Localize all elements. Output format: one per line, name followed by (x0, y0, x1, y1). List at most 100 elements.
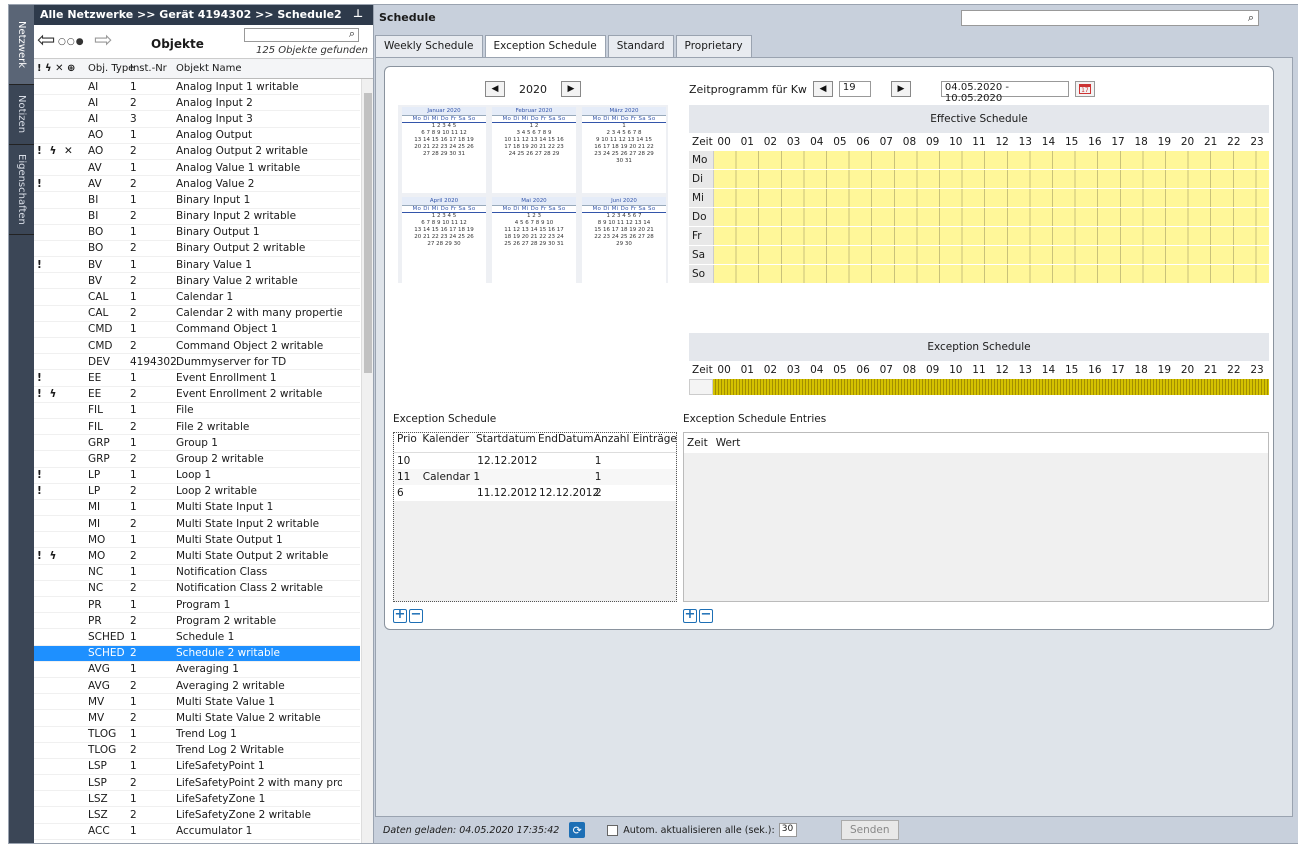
table-row[interactable]: BI 1 Binary Input 1 (34, 192, 360, 209)
day-schedule-cells[interactable] (713, 189, 1269, 207)
day-schedule-cells[interactable] (713, 208, 1269, 226)
table-row[interactable]: FIL 1 File (34, 403, 360, 419)
table-row[interactable]: MV 1 Multi State Value 1 (34, 694, 360, 711)
table-row[interactable]: DEV 4194302 Dummyserver for TD (34, 354, 360, 371)
month-calendar[interactable]: März 2020 Mo Di Mi Do Fr Sa So 12 3 4 5 6… (582, 107, 666, 193)
back-arrow-icon[interactable]: ⇦ (37, 28, 55, 53)
refresh-seconds-input[interactable]: 30 (778, 823, 797, 837)
table-row[interactable]: TLOG 1 Trend Log 1 (34, 727, 360, 743)
remove-exception-button[interactable]: − (409, 608, 423, 623)
column-objekt-name[interactable]: Objekt Name (172, 63, 342, 74)
day-schedule-cells[interactable] (713, 246, 1269, 264)
table-row[interactable]: PR 2 Program 2 writable (34, 613, 360, 630)
exception-column-header[interactable]: Anzahl Einträge (591, 433, 677, 452)
add-exception-button[interactable]: + (393, 608, 407, 623)
table-row[interactable]: AVG 1 Averaging 1 (34, 662, 360, 678)
table-row[interactable]: LSP 1 LifeSafetyPoint 1 (34, 759, 360, 776)
date-range-field[interactable]: 04.05.2020 - 10.05.2020 (940, 81, 1069, 104)
table-row[interactable]: ! ϟ EE 2 Event Enrollment 2 writable (34, 387, 360, 403)
day-schedule-cells[interactable] (713, 151, 1269, 169)
table-row[interactable]: ! LP 2 Loop 2 writable (34, 484, 360, 500)
table-row[interactable]: SCHED 1 Schedule 1 (34, 629, 360, 646)
table-row[interactable]: ! BV 1 Binary Value 1 (34, 257, 360, 274)
table-row[interactable]: GRP 1 Group 1 (34, 435, 360, 452)
prev-week-button[interactable]: ◀ (812, 81, 833, 97)
table-row[interactable]: ACC 1 Accumulator 1 (34, 824, 360, 840)
table-row[interactable]: ! ϟ MO 2 Multi State Output 2 writable (34, 548, 360, 565)
table-row[interactable]: MO 1 Multi State Output 1 (34, 532, 360, 549)
day-schedule-cells[interactable] (713, 170, 1269, 188)
table-row[interactable]: CAL 1 Calendar 1 (34, 289, 360, 306)
table-row[interactable]: LSZ 1 LifeSafetyZone 1 (34, 791, 360, 808)
objects-search-input[interactable]: ⌕ (244, 27, 359, 42)
table-row[interactable]: ! LP 1 Loop 1 (34, 468, 360, 484)
table-row[interactable]: ! EE 1 Event Enrollment 1 (34, 370, 360, 387)
month-calendar[interactable]: Mai 2020 Mo Di Mi Do Fr Sa So 1 2 34 5 6 … (492, 197, 576, 283)
table-row[interactable]: BV 2 Binary Value 2 writable (34, 273, 360, 290)
table-row[interactable]: PR 1 Program 1 (34, 597, 360, 614)
table-row[interactable]: MV 2 Multi State Value 2 writable (34, 710, 360, 727)
refresh-icon[interactable]: ⟳ (569, 822, 586, 838)
table-row[interactable]: AI 1 Analog Input 1 writable (34, 79, 360, 96)
objects-scrollbar[interactable] (361, 79, 373, 843)
add-entry-button[interactable]: + (683, 608, 697, 623)
table-row[interactable]: 6 11.12.2012 12.12.2012 2 (394, 485, 676, 501)
table-row[interactable]: AI 2 Analog Input 2 (34, 95, 360, 112)
next-year-button[interactable]: ▶ (561, 81, 581, 97)
month-calendar[interactable]: Januar 2020 Mo Di Mi Do Fr Sa So 1 2 3 4 … (402, 107, 486, 193)
column-obj-type[interactable]: Obj. Type (84, 63, 134, 74)
vtab-notizen[interactable]: Notizen (9, 85, 34, 145)
table-row[interactable]: BO 1 Binary Output 1 (34, 225, 360, 241)
table-row[interactable]: AI 3 Analog Input 3 (34, 111, 360, 128)
scrollbar-thumb[interactable] (364, 93, 372, 373)
tab-proprietary[interactable]: Proprietary (675, 35, 752, 57)
table-row[interactable]: LSP 2 LifeSafetyPoint 2 with many properti… (34, 775, 360, 792)
month-calendar[interactable]: Februar 2020 Mo Di Mi Do Fr Sa So 1 23 4 … (492, 107, 576, 193)
exception-column-header[interactable]: EndDatum (535, 433, 593, 452)
exception-column-header[interactable]: Prio (394, 433, 419, 452)
column-inst-nr[interactable]: Inst.-Nr (126, 63, 172, 74)
next-week-button[interactable]: ▶ (890, 81, 911, 97)
tab-weekly-schedule[interactable]: Weekly Schedule (375, 35, 483, 57)
week-number-input[interactable]: 19 (838, 81, 871, 97)
table-row[interactable]: FIL 2 File 2 writable (34, 419, 360, 436)
senden-button[interactable]: Senden (840, 820, 899, 840)
pin-icon[interactable]: ⊥ (353, 7, 363, 20)
column-wert[interactable]: Wert (716, 437, 741, 449)
table-row[interactable]: BO 2 Binary Output 2 writable (34, 241, 360, 258)
vtab-netzwerk[interactable]: Netzwerk (9, 5, 34, 85)
exception-schedule-cells[interactable] (713, 379, 1269, 395)
calendar-picker-button[interactable]: 17 (1074, 81, 1095, 97)
prev-year-button[interactable]: ◀ (485, 81, 505, 97)
month-calendar[interactable]: April 2020 Mo Di Mi Do Fr Sa So 1 2 3 4 5… (402, 197, 486, 283)
table-row[interactable]: MI 2 Multi State Input 2 writable (34, 516, 360, 533)
table-row[interactable]: MI 1 Multi State Input 1 (34, 500, 360, 517)
day-schedule-cells[interactable] (713, 265, 1269, 283)
month-calendar[interactable]: Juni 2020 Mo Di Mi Do Fr Sa So 1 2 3 4 5 6… (582, 197, 666, 283)
table-row[interactable]: 11 Calendar 1 1 (394, 469, 676, 485)
table-row[interactable]: AO 1 Analog Output (34, 128, 360, 144)
forward-arrow-icon[interactable]: ⇨ (94, 28, 112, 53)
table-row[interactable]: CMD 1 Command Object 1 (34, 322, 360, 338)
exception-column-header[interactable]: Kalender (419, 433, 473, 452)
flags-column-header[interactable]: ! ϟ ✕ ⊕ (34, 63, 84, 74)
vtab-eigenschaften[interactable]: Eigenschaften (9, 145, 34, 235)
column-zeit[interactable]: Zeit (687, 437, 708, 449)
remove-entry-button[interactable]: − (699, 608, 713, 623)
exception-column-header[interactable]: Startdatum (473, 433, 536, 452)
table-row[interactable]: BI 2 Binary Input 2 writable (34, 209, 360, 225)
schedule-search-input[interactable]: ⌕ (961, 10, 1259, 26)
table-row[interactable]: ! ϟ ✕ AO 2 Analog Output 2 writable (34, 144, 360, 160)
auto-refresh-checkbox[interactable] (607, 824, 619, 836)
table-row[interactable]: 10 12.12.2012 1 (394, 453, 676, 469)
tab-standard[interactable]: Standard (607, 35, 674, 57)
table-row[interactable]: TLOG 2 Trend Log 2 Writable (34, 743, 360, 759)
table-row[interactable]: AV 1 Analog Value 1 writable (34, 160, 360, 177)
table-row[interactable]: LSZ 2 LifeSafetyZone 2 writable (34, 807, 360, 824)
table-row[interactable]: NC 1 Notification Class (34, 565, 360, 581)
table-row[interactable]: NC 2 Notification Class 2 writable (34, 581, 360, 597)
table-row[interactable]: GRP 2 Group 2 writable (34, 451, 360, 468)
table-row[interactable]: AVG 2 Averaging 2 writable (34, 678, 360, 695)
table-row[interactable]: ! AV 2 Analog Value 2 (34, 176, 360, 193)
day-schedule-cells[interactable] (713, 227, 1269, 245)
